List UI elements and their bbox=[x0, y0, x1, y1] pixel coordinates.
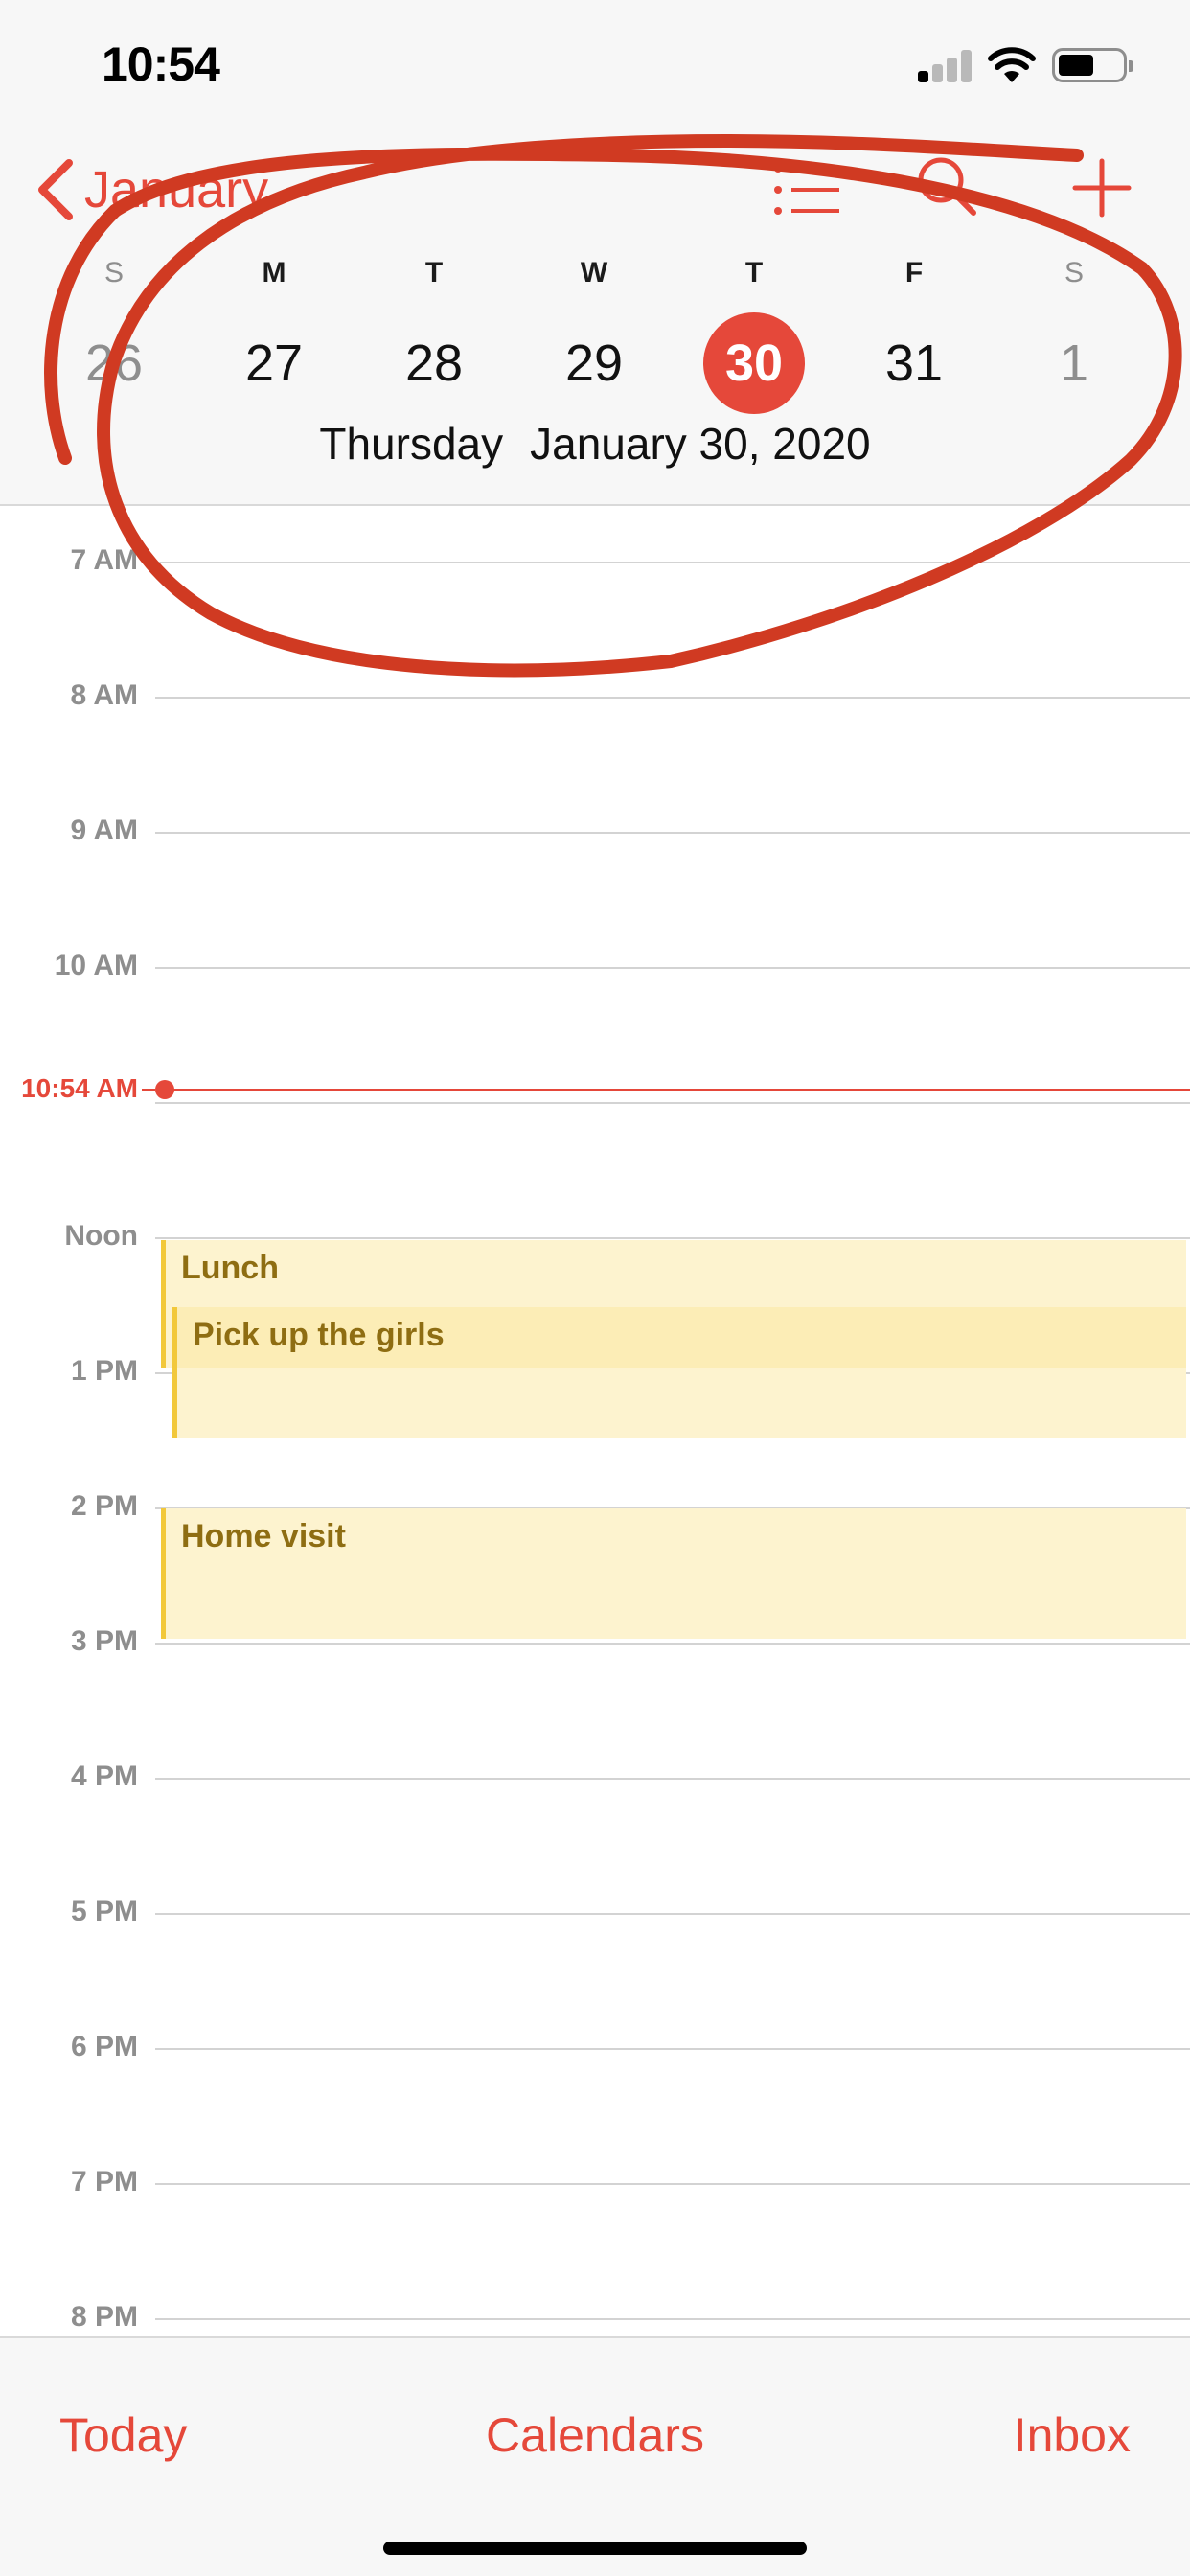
hour-row: Noon bbox=[0, 1220, 1190, 1252]
calendar-header: 10:54 January S M T W T F S 26 27 28 29 … bbox=[0, 0, 1190, 506]
battery-icon bbox=[1052, 48, 1133, 82]
search-icon[interactable] bbox=[914, 153, 979, 220]
selected-date-heading: Thursday January 30, 2020 bbox=[0, 418, 1190, 470]
event-title: Home visit bbox=[181, 1518, 346, 1554]
date-cell[interactable]: 1 bbox=[1023, 312, 1125, 414]
hour-divider bbox=[155, 1237, 1190, 1239]
hour-label: 2 PM bbox=[70, 1490, 138, 1522]
home-indicator[interactable] bbox=[383, 2542, 807, 2555]
hour-label: 3 PM bbox=[70, 1625, 138, 1657]
hour-divider bbox=[155, 832, 1190, 834]
hour-label: 7 AM bbox=[70, 544, 138, 576]
current-time-indicator: 10:54 AM bbox=[0, 1073, 1190, 1103]
hour-row: 8 AM bbox=[0, 679, 1190, 711]
weekday-row: S M T W T F S bbox=[0, 257, 1190, 295]
date-cell[interactable]: 26 bbox=[63, 312, 165, 414]
date-cell[interactable]: 27 bbox=[223, 312, 325, 414]
hour-row: 6 PM bbox=[0, 2031, 1190, 2062]
current-time-dot bbox=[155, 1080, 174, 1099]
weekday-label: S bbox=[103, 257, 124, 288]
selected-date-cell[interactable]: 30 bbox=[703, 312, 805, 414]
wifi-icon bbox=[988, 47, 1036, 82]
selected-weekday: Thursday bbox=[319, 419, 504, 469]
date-cell[interactable]: 28 bbox=[383, 312, 485, 414]
weekday-label: S bbox=[1064, 257, 1084, 288]
date-cell[interactable]: 31 bbox=[863, 312, 965, 414]
hour-divider bbox=[155, 1778, 1190, 1780]
hour-divider bbox=[155, 967, 1190, 969]
weekday-label: M bbox=[262, 257, 286, 288]
event-title: Pick up the girls bbox=[193, 1317, 445, 1353]
bottom-tab-bar: Today Calendars Inbox bbox=[0, 2336, 1190, 2576]
hour-divider bbox=[155, 2183, 1190, 2185]
hour-divider bbox=[155, 697, 1190, 699]
hour-divider bbox=[155, 2048, 1190, 2050]
calendars-button[interactable]: Calendars bbox=[0, 2407, 1190, 2463]
back-to-month-button[interactable]: January bbox=[33, 151, 268, 228]
hour-label: 8 AM bbox=[70, 679, 138, 711]
hour-divider bbox=[155, 1913, 1190, 1915]
chevron-left-icon bbox=[38, 159, 73, 220]
current-time-line bbox=[163, 1089, 1190, 1091]
inbox-button[interactable]: Inbox bbox=[1014, 2407, 1131, 2463]
hour-row: 7 AM bbox=[0, 544, 1190, 576]
weekday-label: T bbox=[424, 257, 444, 288]
hour-row: 4 PM bbox=[0, 1760, 1190, 1792]
hour-divider bbox=[155, 562, 1190, 564]
event-pick-up-the-girls[interactable]: Pick up the girls bbox=[172, 1307, 1186, 1438]
hour-label: Noon bbox=[64, 1220, 138, 1252]
hour-divider bbox=[155, 1643, 1190, 1644]
hour-label: 10 AM bbox=[54, 950, 138, 981]
event-title: Lunch bbox=[181, 1250, 279, 1286]
hour-label: 1 PM bbox=[70, 1355, 138, 1387]
hour-divider bbox=[155, 2318, 1190, 2320]
hour-row: 10 AM bbox=[0, 950, 1190, 981]
hour-label: 8 PM bbox=[70, 2301, 138, 2333]
hour-row bbox=[0, 1102, 1190, 1104]
status-time: 10:54 bbox=[102, 37, 220, 91]
week-dates-row: 26 27 28 29 30 31 1 bbox=[0, 312, 1190, 414]
hour-row: 9 AM bbox=[0, 815, 1190, 846]
hour-label: 6 PM bbox=[70, 2031, 138, 2062]
hour-row: 7 PM bbox=[0, 2166, 1190, 2197]
calendar-day-screen: 10:54 January S M T W T F S 26 27 28 29 … bbox=[0, 0, 1190, 2576]
date-cell[interactable]: 29 bbox=[543, 312, 645, 414]
weekday-label: F bbox=[904, 257, 924, 288]
current-time-label: 10:54 AM bbox=[21, 1073, 138, 1103]
day-timeline[interactable]: 7 AM 8 AM 9 AM 10 AM Noon 1 PM 2 PM 3 PM… bbox=[0, 506, 1190, 2336]
selected-full-date: January 30, 2020 bbox=[530, 419, 871, 469]
cellular-signal-icon bbox=[918, 50, 972, 82]
hour-label: 9 AM bbox=[70, 815, 138, 846]
back-button-label: January bbox=[84, 161, 269, 218]
hour-row: 3 PM bbox=[0, 1625, 1190, 1657]
hour-label: 4 PM bbox=[70, 1760, 138, 1792]
hour-divider bbox=[155, 1102, 1190, 1104]
hour-label: 7 PM bbox=[70, 2166, 138, 2197]
list-view-icon[interactable] bbox=[772, 161, 843, 218]
add-event-icon[interactable] bbox=[1071, 157, 1133, 218]
weekday-label: T bbox=[744, 257, 764, 288]
hour-label: 5 PM bbox=[70, 1896, 138, 1927]
weekday-label: W bbox=[580, 257, 608, 288]
hour-row: 5 PM bbox=[0, 1896, 1190, 1927]
hour-row: 8 PM bbox=[0, 2301, 1190, 2333]
event-home-visit[interactable]: Home visit bbox=[161, 1508, 1186, 1639]
